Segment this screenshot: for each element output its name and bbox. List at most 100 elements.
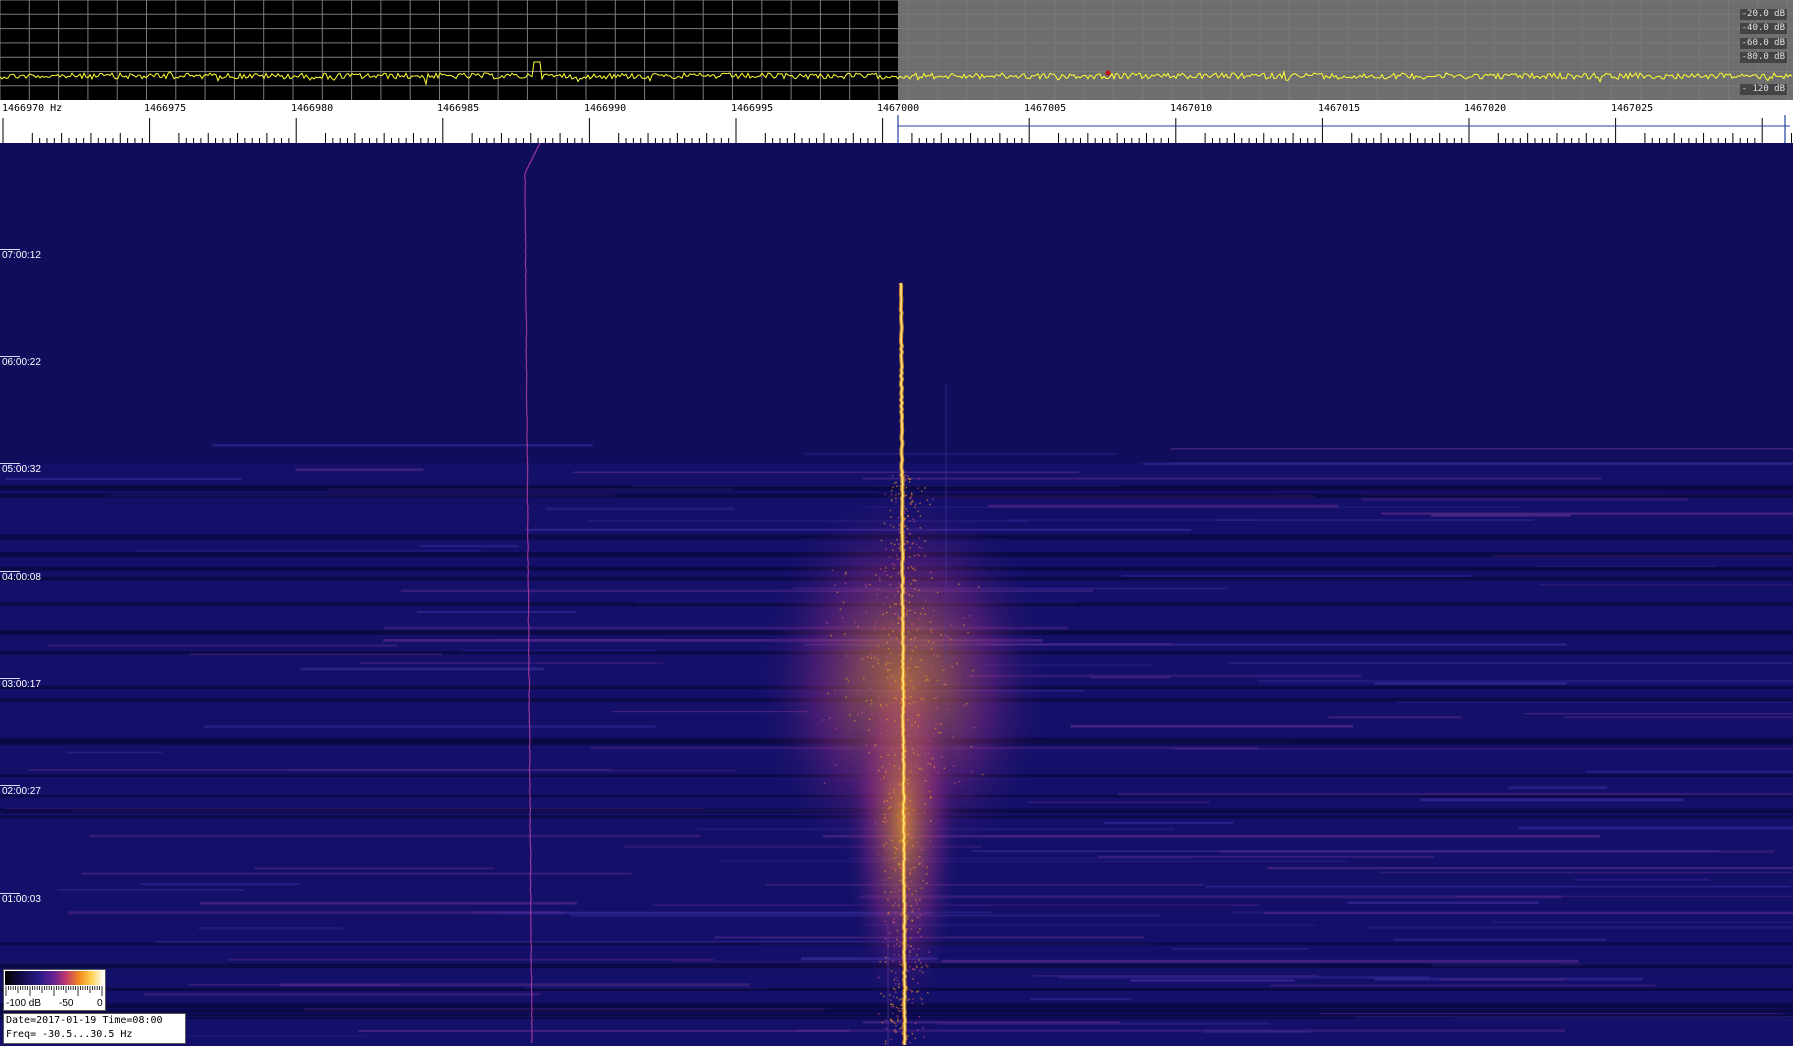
signal-speck — [897, 590, 900, 593]
freq-label: 1467005 — [1024, 103, 1067, 114]
signal-speck — [906, 885, 908, 887]
signal-speck — [890, 637, 892, 640]
signal-speck — [972, 669, 974, 672]
signal-speck — [908, 601, 911, 604]
signal-speck — [900, 1004, 902, 1006]
signal-speck — [915, 899, 917, 901]
signal-speck — [914, 721, 917, 723]
signal-speck — [898, 783, 901, 786]
signal-speck — [884, 920, 887, 923]
signal-speck — [834, 584, 836, 586]
signal-speck — [892, 1012, 894, 1015]
signal-speck — [906, 798, 909, 801]
signal-speck — [914, 1037, 916, 1040]
signal-speck — [910, 503, 913, 505]
signal-speck — [904, 508, 907, 510]
signal-speck — [928, 790, 931, 793]
frequency-ruler[interactable]: 1466970 Hz 1466975 1466980 1466985 14669… — [0, 100, 1793, 143]
signal-speck — [926, 663, 928, 665]
noise-streak — [1216, 519, 1535, 521]
noise-streak — [199, 901, 577, 905]
noise-streak — [254, 867, 494, 870]
signal-speck — [882, 844, 885, 847]
signal-speck — [968, 615, 970, 617]
signal-speck — [894, 887, 897, 889]
noise-streak — [1267, 867, 1793, 870]
noise-streak — [805, 453, 1118, 455]
signal-speck — [924, 752, 927, 755]
signal-speck — [896, 938, 898, 941]
signal-speck — [917, 618, 920, 620]
signal-speck — [890, 493, 893, 496]
signal-speck — [881, 766, 884, 768]
signal-speck — [885, 768, 888, 770]
signal-speck — [899, 913, 902, 915]
signal-speck — [897, 862, 900, 865]
signal-speck — [932, 498, 934, 500]
signal-speck — [907, 515, 909, 517]
signal-speck — [904, 479, 907, 481]
signal-speck — [894, 846, 896, 849]
signal-speck — [857, 626, 859, 629]
signal-speck — [899, 805, 901, 808]
signal-speck — [907, 697, 909, 700]
signal-speck — [884, 570, 886, 573]
noise-streak — [1097, 855, 1434, 858]
waterfall-display[interactable]: 07:00:12 06:00:22 05:00:32 04:00:08 03:0… — [0, 143, 1793, 1046]
signal-speck — [897, 986, 900, 989]
signal-speck — [910, 565, 913, 568]
signal-speck — [921, 1002, 924, 1005]
noise-streak — [1518, 826, 1793, 830]
signal-speck — [885, 961, 887, 963]
signal-speck — [907, 915, 909, 918]
signal-speck — [913, 520, 916, 523]
signal-speck — [886, 596, 888, 599]
signal-speck — [941, 756, 943, 758]
signal-speck — [925, 873, 928, 875]
signal-speck — [927, 762, 929, 764]
colorbar-min-label: -100 dB — [6, 998, 42, 1009]
signal-speck — [891, 675, 893, 678]
signal-speck — [910, 501, 912, 504]
signal-speck — [913, 588, 916, 590]
signal-speck — [951, 665, 953, 668]
signal-speck — [934, 727, 937, 730]
noise-streak — [295, 468, 424, 472]
spectrum-left-region — [0, 0, 898, 100]
signal-speck — [905, 474, 907, 477]
signal-speck — [894, 754, 896, 757]
signal-speck — [927, 773, 929, 776]
signal-speck — [884, 1042, 887, 1045]
signal-speck — [882, 820, 884, 823]
noise-streak — [1270, 984, 1656, 987]
noise-streak — [1130, 979, 1295, 982]
signal-speck — [878, 577, 881, 579]
colorbar-max-label: 0 — [97, 998, 103, 1009]
signal-speck — [926, 965, 929, 968]
noise-streak — [1492, 921, 1793, 923]
signal-speck — [922, 879, 924, 882]
spectrum-plot — [0, 0, 1793, 100]
noise-streak — [1003, 519, 1253, 521]
signal-speck — [882, 603, 885, 605]
signal-speck — [909, 478, 912, 480]
signal-speck — [898, 743, 900, 745]
signal-speck — [894, 792, 897, 795]
signal-speck — [888, 792, 891, 795]
signal-speck — [929, 796, 932, 798]
freq-label: 1467000 — [877, 103, 920, 114]
signal-speck — [897, 1018, 899, 1021]
signal-speck — [917, 487, 919, 489]
signal-speck — [830, 634, 833, 637]
signal-speck — [918, 714, 920, 717]
signal-speck — [823, 719, 825, 721]
signal-speck — [892, 921, 894, 923]
signal-speck — [966, 702, 968, 705]
signal-speck — [896, 637, 898, 640]
signal-speck — [898, 493, 900, 495]
signal-speck — [895, 493, 897, 496]
signal-speck — [845, 571, 847, 574]
signal-speck — [956, 662, 958, 665]
signal-speck — [908, 556, 911, 558]
spectrum-display[interactable]: -20.0 dB -40.0 dB -60.0 dB -80.0 dB - 12… — [0, 0, 1793, 100]
